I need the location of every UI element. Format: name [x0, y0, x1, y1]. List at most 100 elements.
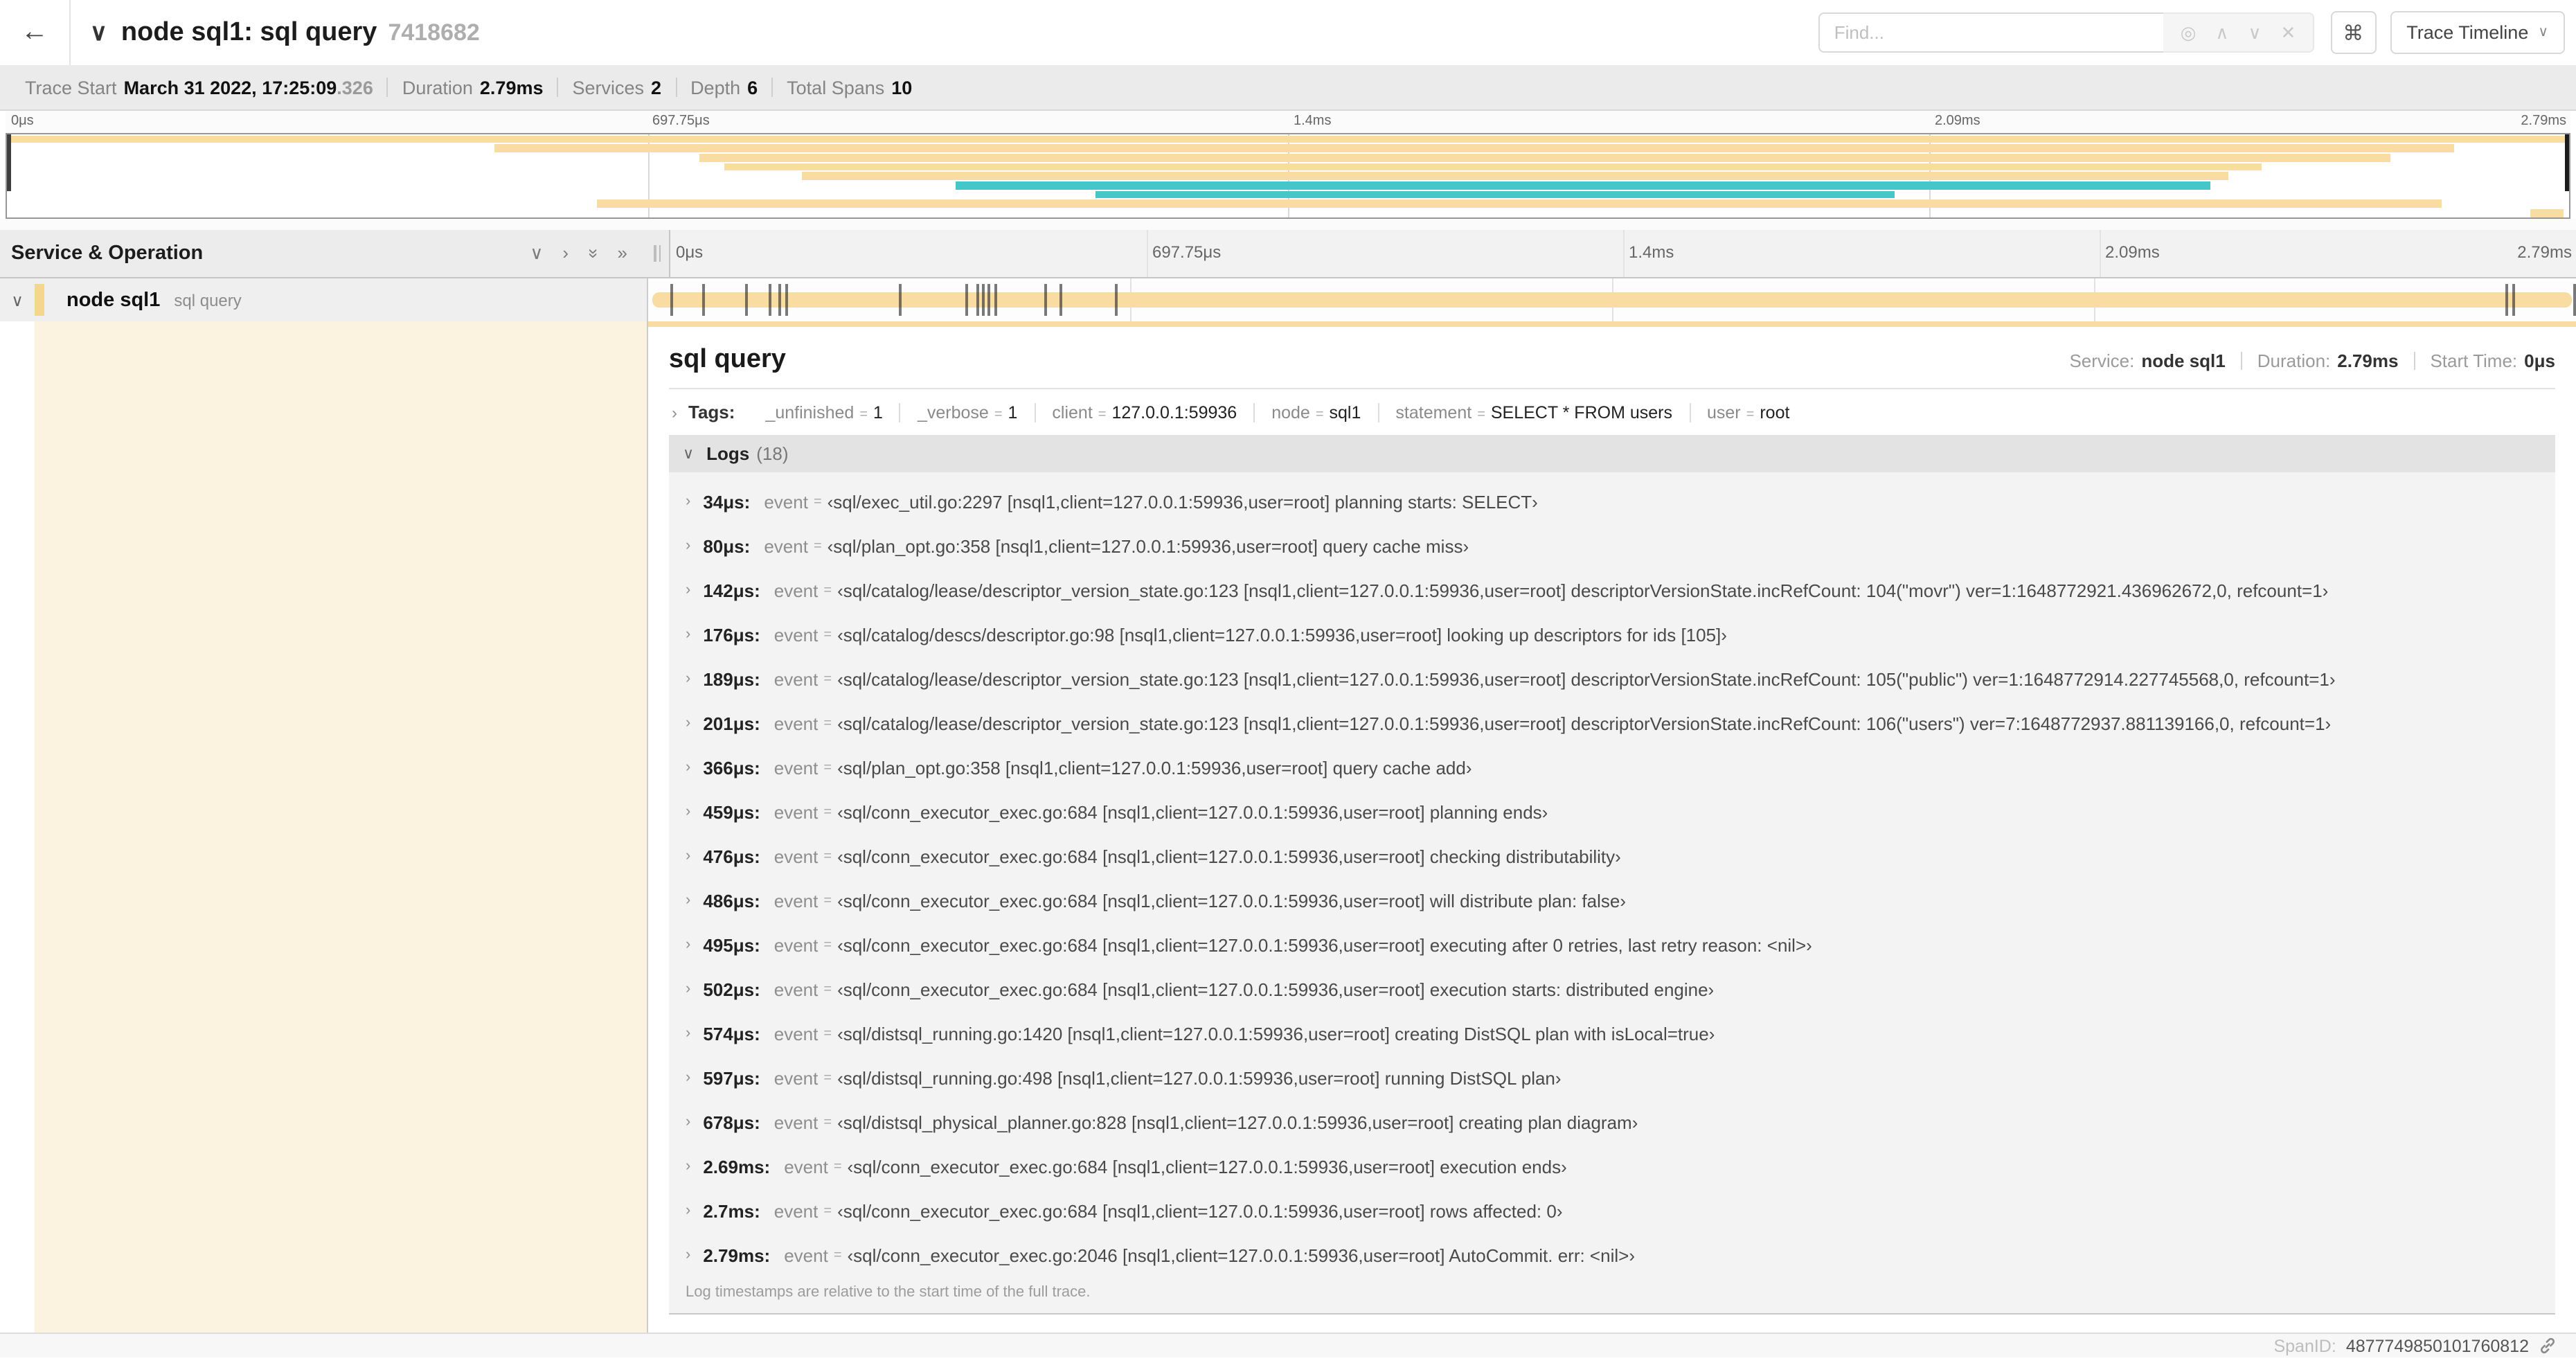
log-row[interactable]: › 502μs: event = ‹sql/conn_executor_exec.go:…: [669, 967, 2555, 1011]
log-expand-chevron-icon[interactable]: ›: [686, 626, 690, 643]
meta-duration: Duration: 2.79ms: [2242, 350, 2414, 371]
expand-one-icon[interactable]: ›: [562, 242, 569, 265]
tag-key: user: [1707, 402, 1741, 422]
log-row[interactable]: › 459μs: event = ‹sql/conn_executor_exec.go:…: [669, 790, 2555, 834]
log-row[interactable]: › 142μs: event = ‹sql/catalog/lease/descript…: [669, 568, 2555, 612]
log-row[interactable]: › 495μs: event = ‹sql/conn_executor_exec.go:…: [669, 923, 2555, 967]
log-expand-chevron-icon[interactable]: ›: [686, 803, 690, 820]
log-row[interactable]: › 80μs: event = ‹sql/plan_opt.go:358 [nsql1,…: [669, 524, 2555, 568]
logs-footnote: Log timestamps are relative to the start…: [669, 1277, 2555, 1315]
log-marker-tick: [744, 284, 748, 316]
log-expand-chevron-icon[interactable]: ›: [686, 670, 690, 687]
log-expand-chevron-icon[interactable]: ›: [686, 892, 690, 909]
tag-value: 1: [873, 402, 883, 422]
log-equals: =: [823, 627, 832, 642]
span-detail-panel: sql query Service: node sql1 Duration: 2…: [648, 327, 2576, 1333]
log-row[interactable]: › 2.69ms: event = ‹sql/conn_executor_exec.go…: [669, 1144, 2555, 1188]
deep-link-icon[interactable]: [2539, 1337, 2557, 1355]
logs-header[interactable]: ∨ Logs (18): [669, 435, 2555, 472]
next-match-icon[interactable]: ∨: [2248, 21, 2261, 44]
log-row[interactable]: › 678μs: event = ‹sql/distsql_physical_plann…: [669, 1100, 2555, 1144]
log-timestamp: 678μs:: [703, 1112, 760, 1132]
log-expand-chevron-icon[interactable]: ›: [686, 1202, 690, 1219]
log-row[interactable]: › 574μs: event = ‹sql/distsql_running.go:142…: [669, 1011, 2555, 1055]
log-field-key: event: [773, 1067, 819, 1088]
log-expand-chevron-icon[interactable]: ›: [686, 1247, 690, 1263]
log-timestamp: 2.69ms:: [703, 1156, 771, 1177]
trace-summary-bar: Trace Start March 31 2022, 17:25:09.326 Du…: [0, 65, 2576, 111]
log-timestamp: 201μs:: [703, 713, 760, 733]
span-duration-bar[interactable]: [652, 292, 2572, 308]
log-expand-chevron-icon[interactable]: ›: [686, 1069, 690, 1086]
log-expand-chevron-icon[interactable]: ›: [686, 715, 690, 731]
collapse-one-icon[interactable]: ∨: [530, 242, 543, 265]
trace-collapse-chevron-icon[interactable]: ∨: [90, 19, 107, 46]
span-collapse-chevron-icon[interactable]: ∨: [0, 290, 35, 310]
log-field-key: event: [764, 491, 808, 512]
find-input[interactable]: [1818, 12, 2164, 53]
log-marker-tick: [785, 284, 789, 316]
log-marker-tick: [1044, 284, 1047, 316]
prev-match-icon[interactable]: ∧: [2215, 21, 2228, 44]
log-timestamp: 495μs:: [703, 934, 760, 955]
tick-label: 1.4ms: [1629, 242, 1674, 262]
log-marker-tick: [899, 284, 902, 316]
log-row[interactable]: › 476μs: event = ‹sql/conn_executor_exec.go:…: [669, 834, 2555, 878]
log-expand-chevron-icon[interactable]: ›: [686, 981, 690, 997]
clear-search-icon[interactable]: ✕: [2280, 21, 2296, 44]
tick-label: 2.79ms: [2521, 114, 2566, 129]
keyboard-shortcuts-button[interactable]: ⌘: [2330, 11, 2377, 54]
log-row[interactable]: › 189μs: event = ‹sql/catalog/lease/descript…: [669, 657, 2555, 701]
log-expand-chevron-icon[interactable]: ›: [686, 493, 690, 510]
log-row[interactable]: › 2.79ms: event = ‹sql/conn_executor_exec.go…: [669, 1233, 2555, 1277]
tags-label[interactable]: Tags:: [688, 402, 735, 422]
log-value: ‹sql/conn_executor_exec.go:684 [nsql1,cl…: [837, 846, 1621, 866]
log-expand-chevron-icon[interactable]: ›: [686, 1114, 690, 1130]
find-group: ◎ ∧ ∨ ✕: [1818, 12, 2314, 53]
log-row[interactable]: › 2.7ms: event = ‹sql/conn_executor_exec.go:…: [669, 1188, 2555, 1233]
log-expand-chevron-icon[interactable]: ›: [686, 537, 690, 554]
log-expand-chevron-icon[interactable]: ›: [686, 759, 690, 776]
log-equals: =: [823, 981, 832, 997]
log-row[interactable]: › 201μs: event = ‹sql/catalog/lease/descript…: [669, 701, 2555, 745]
log-expand-chevron-icon[interactable]: ›: [686, 1158, 690, 1175]
summary-item-value: March 31 2022, 17:25:09: [123, 77, 337, 98]
log-row[interactable]: › 34μs: event = ‹sql/exec_util.go:2297 [nsql…: [669, 479, 2555, 524]
tag-key: client: [1052, 402, 1093, 422]
back-button[interactable]: ←: [0, 0, 71, 65]
tag-key: _unfinished: [765, 402, 855, 422]
collapse-all-icon[interactable]: »: [582, 249, 604, 258]
log-field-key: event: [773, 757, 819, 778]
title-wrap: ∨ node sql1: sql query 7418682: [90, 17, 1819, 48]
log-marker-tick: [2505, 284, 2508, 316]
log-row[interactable]: › 366μs: event = ‹sql/plan_opt.go:358 [nsql1…: [669, 745, 2555, 790]
tag-item: _unfinished = 1: [749, 402, 900, 422]
minimap-tick-labels: 0μs 697.75μs 1.4ms 2.09ms 2.79ms: [6, 111, 2570, 133]
log-row[interactable]: › 597μs: event = ‹sql/distsql_running.go:498…: [669, 1055, 2555, 1100]
locate-icon[interactable]: ◎: [2181, 21, 2197, 44]
logs-collapse-chevron-icon: ∨: [683, 446, 695, 463]
span-id-value: 4877749850101760812: [2345, 1336, 2529, 1355]
minimap-right-scrubber[interactable]: [2565, 134, 2569, 191]
log-timestamp: 2.79ms:: [703, 1245, 771, 1265]
log-row[interactable]: › 486μs: event = ‹sql/conn_executor_exec.go:…: [669, 878, 2555, 923]
log-timestamp: 2.7ms:: [703, 1200, 760, 1221]
log-expand-chevron-icon[interactable]: ›: [686, 936, 690, 953]
log-field-key: event: [773, 580, 819, 600]
log-expand-chevron-icon[interactable]: ›: [686, 582, 690, 598]
meta-start-label: Start Time:: [2430, 350, 2518, 371]
tags-expand-chevron-icon[interactable]: ›: [672, 402, 677, 422]
span-row: ∨ node sql1 sql query: [0, 278, 2576, 321]
expand-all-icon[interactable]: »: [618, 242, 627, 265]
log-field-key: event: [773, 668, 819, 689]
tick-label: 0μs: [676, 242, 704, 262]
summary-item-label: Depth: [690, 77, 741, 98]
span-row-name-cell[interactable]: ∨ node sql1 sql query: [0, 278, 648, 321]
trace-minimap[interactable]: [6, 133, 2570, 219]
log-expand-chevron-icon[interactable]: ›: [686, 848, 690, 864]
column-resizer-grip[interactable]: [654, 245, 661, 262]
trace-view-dropdown[interactable]: Trace Timeline ∨: [2390, 11, 2565, 54]
log-row[interactable]: › 176μs: event = ‹sql/catalog/descs/descript…: [669, 612, 2555, 657]
minimap-left-scrubber[interactable]: [7, 134, 11, 191]
log-expand-chevron-icon[interactable]: ›: [686, 1025, 690, 1042]
